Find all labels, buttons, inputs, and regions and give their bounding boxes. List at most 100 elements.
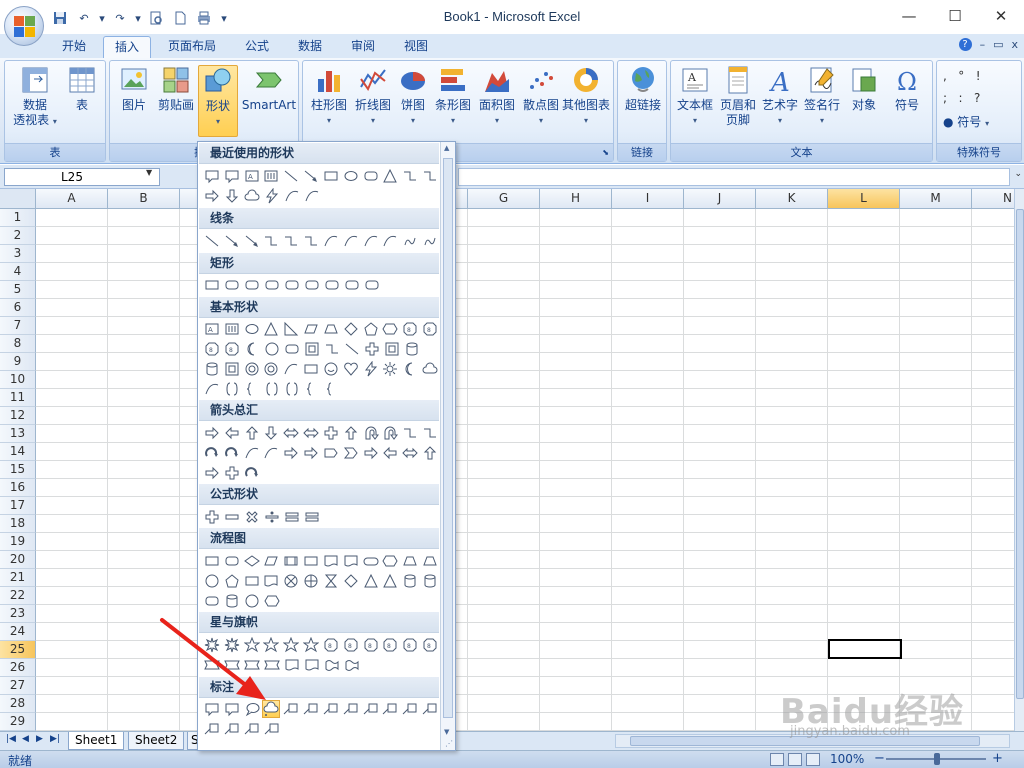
darrow-shape-icon[interactable] bbox=[262, 424, 280, 442]
elbow-shape-icon[interactable] bbox=[401, 167, 419, 185]
textbox-button[interactable]: A 文本框 ▾ bbox=[673, 65, 717, 128]
workbook-close-button[interactable]: x bbox=[1011, 38, 1018, 51]
cloud-shape-icon[interactable] bbox=[421, 360, 439, 378]
curve-shape-icon[interactable] bbox=[243, 444, 261, 462]
moon-shape-icon[interactable] bbox=[401, 360, 419, 378]
select-all-corner[interactable] bbox=[0, 189, 36, 209]
sheet-tab-1[interactable]: Sheet1 bbox=[68, 732, 125, 750]
rarrow-shape-icon[interactable] bbox=[302, 444, 320, 462]
name-box[interactable]: L25 bbox=[4, 168, 160, 186]
pentarrow-shape-icon[interactable] bbox=[322, 444, 340, 462]
first-sheet-icon[interactable]: |◀ bbox=[6, 734, 16, 744]
plus-shape-icon[interactable] bbox=[203, 508, 221, 526]
wordart-button[interactable]: A 艺术字 ▾ bbox=[759, 65, 801, 128]
uarrow-shape-icon[interactable] bbox=[421, 444, 439, 462]
flowdec-shape-icon[interactable] bbox=[243, 552, 261, 570]
row-header-23[interactable]: 23 bbox=[0, 605, 36, 623]
cyl-shape-icon[interactable] bbox=[401, 572, 419, 590]
cross-shape-icon[interactable] bbox=[322, 424, 340, 442]
darrow-shape-icon[interactable] bbox=[223, 187, 241, 205]
octnum-shape-icon[interactable]: 8 bbox=[421, 320, 439, 338]
larrow-shape-icon[interactable] bbox=[381, 444, 399, 462]
frame-shape-icon[interactable] bbox=[383, 340, 401, 358]
next-sheet-icon[interactable]: ▶ bbox=[36, 734, 43, 744]
lrarrow-shape-icon[interactable] bbox=[302, 424, 320, 442]
zoom-level[interactable]: 100% bbox=[830, 752, 864, 766]
charts-dialog-launcher[interactable]: ⬊ bbox=[602, 144, 609, 161]
elbow-shape-icon[interactable] bbox=[282, 232, 300, 250]
octnum-shape-icon[interactable]: 8 bbox=[421, 636, 439, 654]
star-shape-icon[interactable] bbox=[282, 636, 300, 654]
row-header-26[interactable]: 26 bbox=[0, 659, 36, 677]
frame-shape-icon[interactable] bbox=[223, 360, 241, 378]
equal-shape-icon[interactable] bbox=[283, 508, 301, 526]
rrect-shape-icon[interactable] bbox=[223, 276, 241, 294]
arrowline-shape-icon[interactable] bbox=[302, 167, 320, 185]
row-header-24[interactable]: 24 bbox=[0, 623, 36, 641]
linecallout-shape-icon[interactable] bbox=[282, 700, 300, 718]
maximize-button[interactable]: ☐ bbox=[932, 0, 978, 32]
normal-view-button[interactable] bbox=[770, 753, 784, 766]
trap-shape-icon[interactable] bbox=[421, 552, 439, 570]
workbook-minimize-button[interactable]: – bbox=[980, 38, 986, 51]
tab-view[interactable]: 视图 bbox=[393, 36, 439, 58]
office-button[interactable] bbox=[4, 6, 44, 46]
sun-shape-icon[interactable] bbox=[381, 360, 399, 378]
scribble-shape-icon[interactable] bbox=[421, 232, 439, 250]
object-button[interactable]: 对象 bbox=[843, 65, 885, 113]
textbox-shape-icon[interactable]: A bbox=[203, 320, 221, 338]
pivot-table-button[interactable]: 数据 透视表 ▾ bbox=[11, 65, 59, 129]
rrect-shape-icon[interactable] bbox=[263, 276, 281, 294]
star-shape-icon[interactable] bbox=[262, 636, 280, 654]
curve-shape-icon[interactable] bbox=[283, 187, 301, 205]
linecallout-shape-icon[interactable] bbox=[302, 700, 320, 718]
curve-shape-icon[interactable] bbox=[303, 187, 321, 205]
symbol-button[interactable]: Ω 符号 bbox=[885, 65, 929, 113]
diam-shape-icon[interactable] bbox=[342, 572, 360, 590]
zoom-in-button[interactable]: + bbox=[992, 751, 1003, 766]
brace-shape-icon[interactable] bbox=[303, 380, 321, 398]
rrect-shape-icon[interactable] bbox=[283, 340, 301, 358]
pent-shape-icon[interactable] bbox=[362, 320, 380, 338]
banner-shape-icon[interactable] bbox=[223, 656, 241, 674]
rect-shape-icon[interactable] bbox=[302, 552, 320, 570]
area-chart-button[interactable]: 面积图 ▾ bbox=[475, 65, 519, 128]
bar-chart-button[interactable]: 条形图 ▾ bbox=[431, 65, 475, 128]
clipart-button[interactable]: 剪贴画 bbox=[154, 65, 198, 113]
bracket-shape-icon[interactable] bbox=[223, 380, 241, 398]
tab-page-layout[interactable]: 页面布局 bbox=[160, 36, 224, 58]
scatter-chart-button[interactable]: 散点图 ▾ bbox=[519, 65, 563, 128]
active-cell-l25[interactable] bbox=[828, 639, 902, 659]
row-header-9[interactable]: 9 bbox=[0, 353, 36, 371]
rarrow-shape-icon[interactable] bbox=[362, 444, 380, 462]
equal-shape-icon[interactable] bbox=[303, 508, 321, 526]
chev-shape-icon[interactable] bbox=[342, 444, 360, 462]
lrarrow-shape-icon[interactable] bbox=[282, 424, 300, 442]
linecallout-shape-icon[interactable] bbox=[421, 700, 439, 718]
row-header-7[interactable]: 7 bbox=[0, 317, 36, 335]
row-header-4[interactable]: 4 bbox=[0, 263, 36, 281]
orsym-shape-icon[interactable] bbox=[302, 572, 320, 590]
curve-shape-icon[interactable] bbox=[322, 232, 340, 250]
vtext-shape-icon[interactable] bbox=[262, 167, 280, 185]
trap-shape-icon[interactable] bbox=[322, 320, 340, 338]
column-header-a[interactable]: A bbox=[36, 189, 108, 209]
curve-shape-icon[interactable] bbox=[203, 380, 221, 398]
burst-shape-icon[interactable] bbox=[203, 636, 221, 654]
formula-input[interactable] bbox=[458, 168, 1010, 186]
rrect-shape-icon[interactable] bbox=[203, 592, 221, 610]
trap-shape-icon[interactable] bbox=[401, 552, 419, 570]
tab-formulas[interactable]: 公式 bbox=[234, 36, 280, 58]
cloudcallout-shape-icon[interactable] bbox=[262, 700, 281, 718]
heart-shape-icon[interactable] bbox=[342, 360, 360, 378]
bracket-shape-icon[interactable] bbox=[283, 380, 301, 398]
hex-shape-icon[interactable] bbox=[381, 552, 399, 570]
cross-shape-icon[interactable] bbox=[363, 340, 381, 358]
signature-line-button[interactable]: 签名行 ▾ bbox=[801, 65, 843, 128]
rrect-shape-icon[interactable] bbox=[303, 276, 321, 294]
row-header-21[interactable]: 21 bbox=[0, 569, 36, 587]
elbow-shape-icon[interactable] bbox=[302, 232, 320, 250]
table-button[interactable]: 表 bbox=[63, 65, 101, 113]
hourglass-shape-icon[interactable] bbox=[322, 572, 340, 590]
row-header-22[interactable]: 22 bbox=[0, 587, 36, 605]
